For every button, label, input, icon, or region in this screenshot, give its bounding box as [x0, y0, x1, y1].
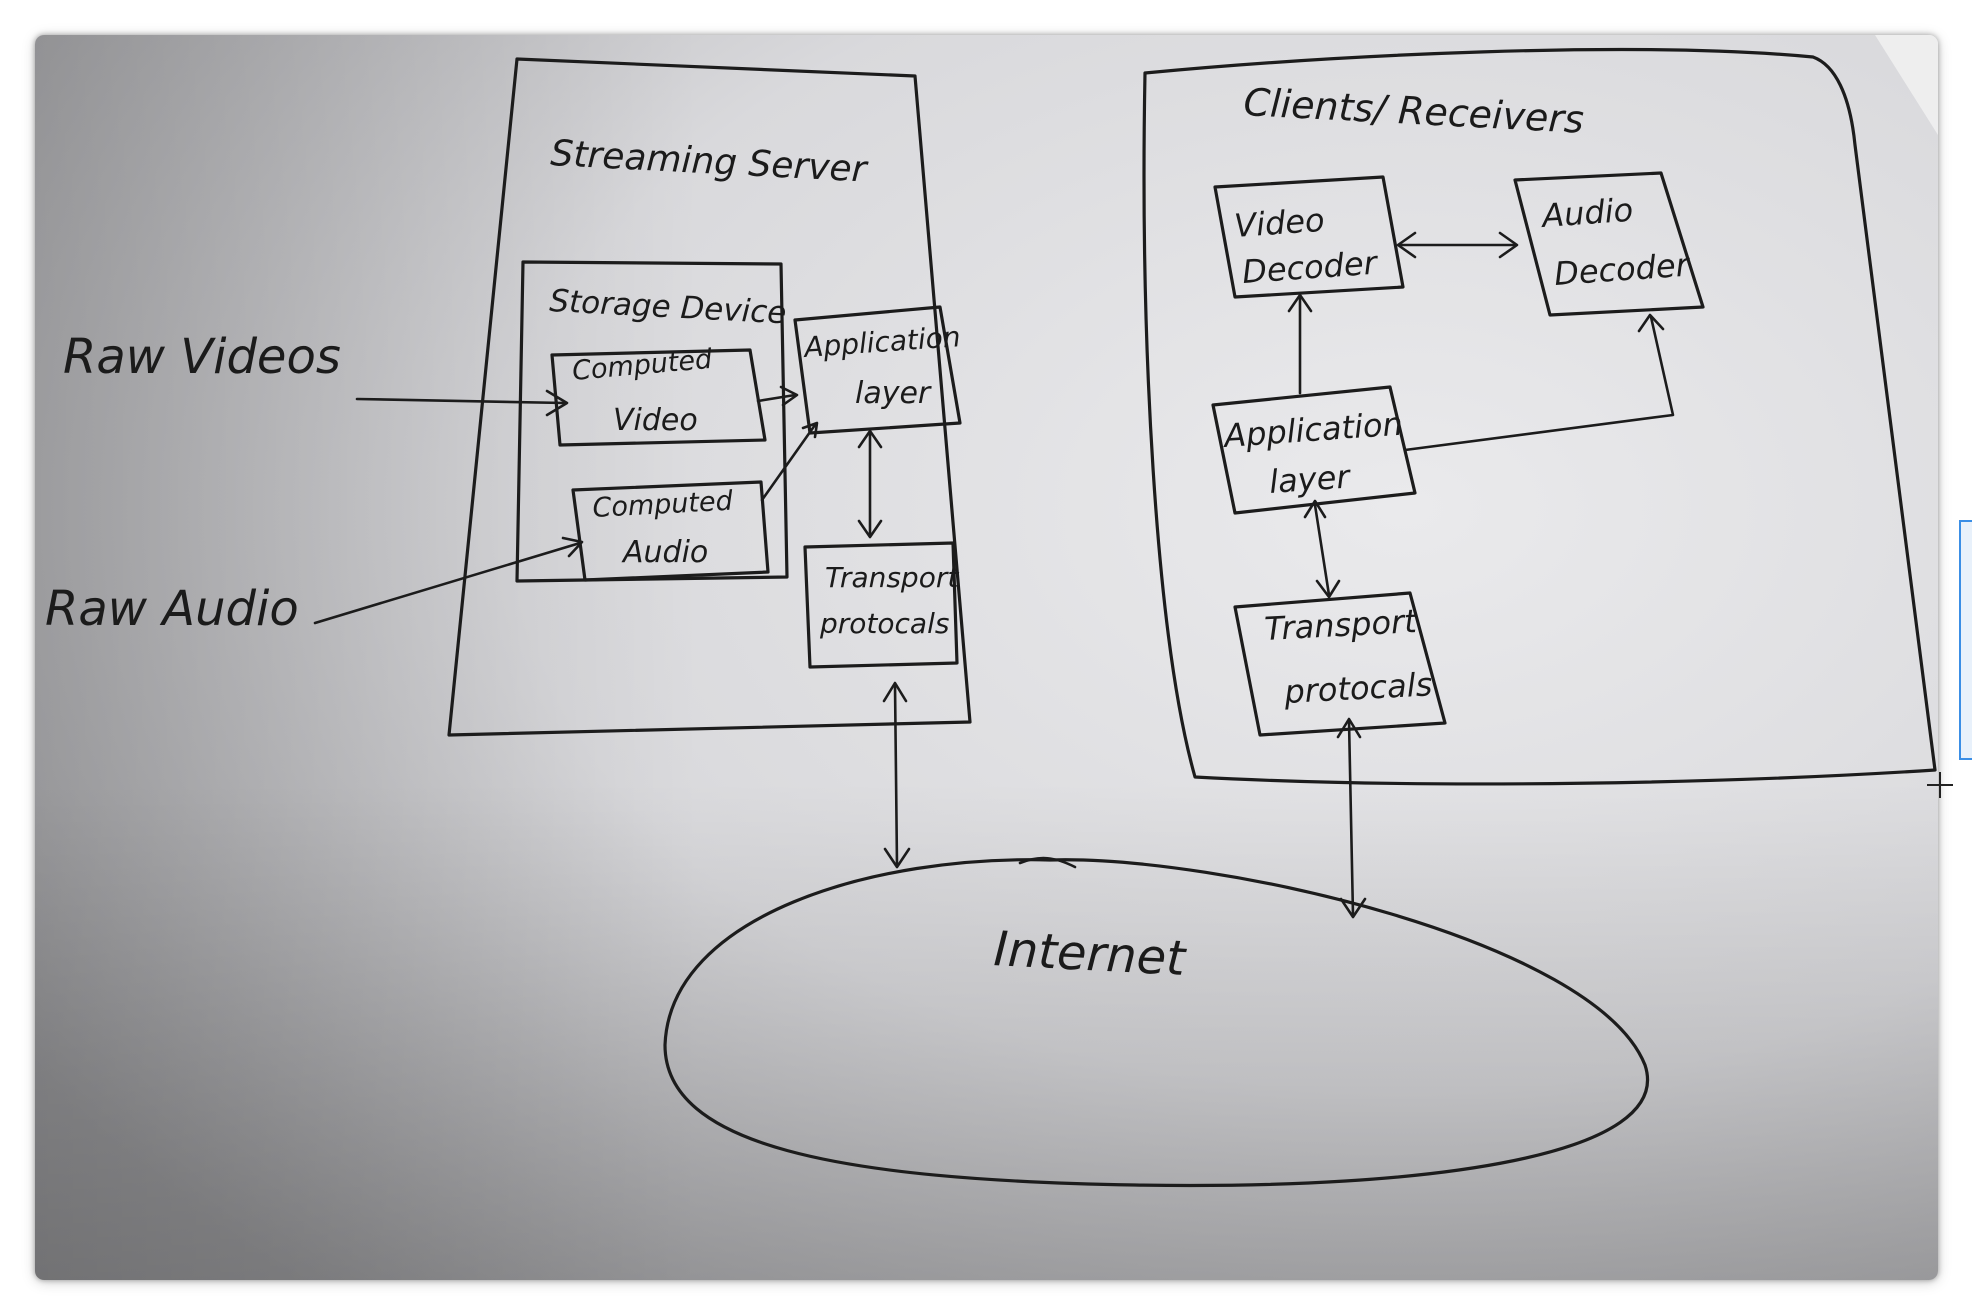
photo-frame: Streaming Server Storage Device Computed… [35, 35, 1938, 1280]
crosshair-cursor-icon [1925, 770, 1955, 800]
scrollbar-stub[interactable] [1959, 520, 1972, 760]
client-video-decoder-line1: Video [1233, 201, 1326, 245]
raw-videos-label: Raw Videos [63, 329, 341, 385]
client-audio-decoder-line1: Audio [1539, 191, 1634, 235]
server-compressed-video-line2: Video [613, 403, 698, 438]
server-transport-line1: Transport [825, 561, 959, 594]
server-compressed-audio-line2: Audio [621, 535, 708, 570]
client-transport-line1: Transport [1263, 602, 1419, 648]
server-transport-line2: protocals [819, 607, 949, 640]
internet-label: Internet [992, 921, 1188, 987]
diagram-canvas: Streaming Server Storage Device Computed… [35, 35, 1938, 1280]
client-application-layer-line2: layer [1268, 457, 1353, 501]
server-application-layer-line2: layer [855, 376, 932, 411]
client-transport-line2: protocals [1282, 665, 1433, 711]
raw-audio-label: Raw Audio [45, 581, 299, 637]
